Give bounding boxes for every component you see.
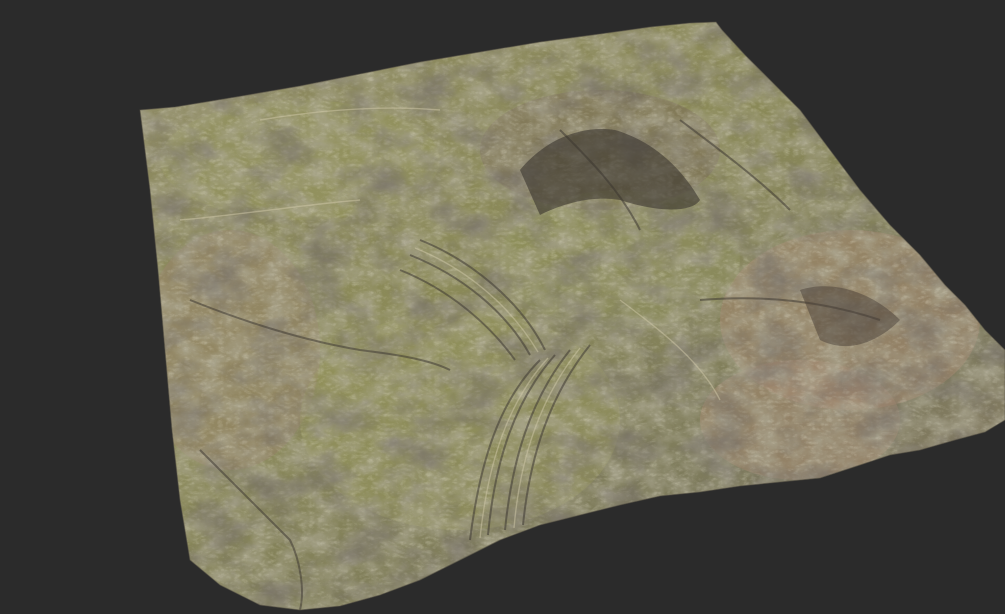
3d-viewport[interactable] — [0, 0, 1005, 614]
terrain-surface — [140, 22, 1005, 610]
terrain-render — [139, 21, 1005, 611]
